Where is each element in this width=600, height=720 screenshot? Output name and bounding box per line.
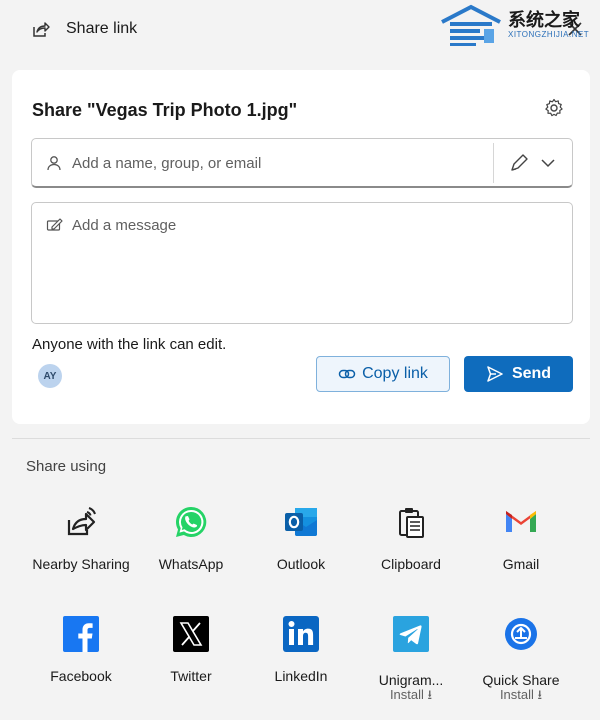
person-icon (47, 156, 61, 171)
permission-dropdown[interactable] (506, 151, 562, 175)
watermark-text: 系统之家 (508, 10, 580, 31)
app-label: LinkedIn (274, 668, 328, 684)
clipboard-icon (399, 508, 424, 538)
permission-note[interactable]: Anyone with the link can edit. (32, 336, 226, 353)
copy-link-button[interactable]: Copy link (316, 356, 450, 392)
section-divider (12, 438, 590, 439)
send-icon (487, 366, 503, 382)
app-label: Gmail (502, 556, 540, 572)
app-nearby-sharing[interactable]: Nearby Sharing (26, 504, 136, 576)
nearby-sharing-icon (67, 507, 96, 536)
app-facebook[interactable]: Facebook (26, 616, 136, 702)
app-linkedin[interactable]: LinkedIn (246, 616, 356, 702)
outlook-icon (285, 508, 317, 536)
pencil-icon (511, 154, 528, 171)
app-twitter[interactable]: Twitter (136, 616, 246, 702)
app-label: Twitter (170, 668, 212, 684)
people-input[interactable]: Add a name, group, or email (31, 138, 573, 188)
share-card: Share "Vegas Trip Photo 1.jpg" Add a nam… (12, 70, 590, 424)
avatar: AY (38, 364, 62, 388)
send-label: Send (511, 365, 552, 382)
app-label: Clipboard (381, 556, 441, 572)
app-label: Facebook (50, 668, 112, 684)
watermark-house-icon (441, 4, 501, 46)
share-using-heading: Share using (26, 458, 107, 475)
message-placeholder: Add a message (72, 217, 177, 234)
window-title: Share link (66, 20, 138, 37)
app-label: Outlook (276, 556, 326, 572)
app-whatsapp[interactable]: WhatsApp (136, 504, 246, 576)
gmail-icon (506, 511, 536, 532)
unigram-icon (393, 616, 429, 652)
watermark-logo: 系统之家 XITONGZHIJIA.NET (438, 2, 590, 50)
app-quick-share[interactable]: Quick Share Install ⭳ (466, 616, 576, 702)
app-label: Nearby Sharing (32, 556, 130, 572)
send-button[interactable]: Send (464, 356, 573, 392)
message-textarea[interactable]: Add a message (31, 202, 573, 324)
watermark-subtext: XITONGZHIJIA.NET (508, 30, 590, 39)
chevron-down-icon (541, 159, 555, 168)
copy-link-label: Copy link (362, 365, 428, 382)
facebook-icon (63, 616, 99, 652)
link-icon (338, 369, 356, 379)
linkedin-icon (283, 616, 319, 652)
compose-icon (46, 218, 63, 231)
app-label: WhatsApp (158, 556, 224, 572)
twitter-x-icon (173, 616, 209, 652)
app-unigram[interactable]: Unigram... Install ⭳ (356, 616, 466, 702)
app-outlook[interactable]: Outlook (246, 504, 356, 576)
app-clipboard[interactable]: Clipboard (356, 504, 466, 576)
share-icon (33, 22, 50, 37)
quick-share-icon (505, 618, 537, 650)
gear-icon[interactable] (544, 98, 564, 118)
app-gmail[interactable]: Gmail (466, 504, 576, 576)
install-label[interactable]: Install ⭳ (466, 686, 576, 708)
whatsapp-icon (175, 506, 207, 537)
share-heading: Share "Vegas Trip Photo 1.jpg" (32, 100, 298, 120)
install-label[interactable]: Install ⭳ (356, 686, 466, 708)
input-divider (493, 143, 494, 183)
people-input-placeholder: Add a name, group, or email (72, 155, 262, 172)
